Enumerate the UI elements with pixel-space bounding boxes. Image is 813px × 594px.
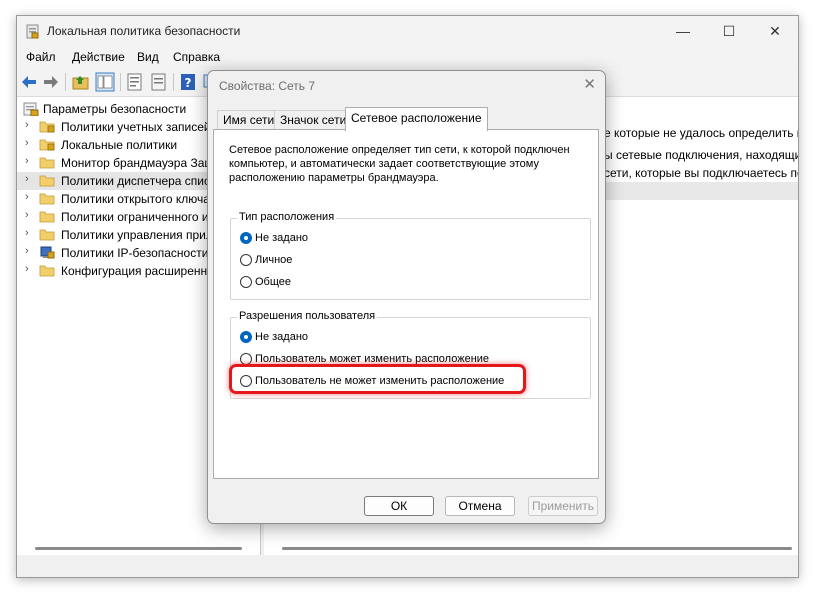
tab-network-name[interactable]: Имя сети	[217, 110, 281, 130]
red-highlight-frame	[229, 364, 526, 394]
location-type-title: Тип расположения	[237, 211, 337, 223]
details-selected-row[interactable]	[604, 182, 798, 200]
tree-item-label: Политики открытого ключа	[61, 192, 210, 206]
toolbar-separator	[173, 73, 174, 91]
properties-dialog: Свойства: Сеть 7 ✕ Имя сети Значок сети …	[207, 70, 606, 524]
chevron-right-icon[interactable]: ›	[25, 227, 29, 239]
show-hide-tree-icon[interactable]	[95, 72, 115, 92]
cancel-button[interactable]: Отмена	[445, 496, 515, 516]
window-title: Локальная политика безопасности	[47, 24, 241, 38]
details-scrollbar[interactable]	[282, 547, 792, 550]
chevron-right-icon[interactable]: ›	[25, 209, 29, 221]
toolbar-separator	[120, 73, 121, 91]
radio-button[interactable]	[240, 232, 252, 244]
folder-icon	[39, 211, 55, 223]
back-arrow-icon[interactable]	[19, 72, 39, 92]
tree-root-label: Параметры безопасности	[43, 102, 187, 116]
chevron-right-icon[interactable]: ›	[25, 191, 29, 203]
close-window-button[interactable]: ✕	[752, 16, 798, 47]
radio-button[interactable]	[240, 254, 252, 266]
up-folder-icon[interactable]	[71, 72, 91, 92]
folder-icon	[39, 193, 55, 205]
ok-button[interactable]: ОК	[364, 496, 434, 516]
tree-item-label: Локальные политики	[61, 138, 178, 152]
folder-icon	[39, 229, 55, 241]
details-text-line: ы сетевые подключения, находящихся в про…	[604, 148, 798, 162]
folder-icon	[39, 157, 55, 169]
security-policy-icon	[26, 24, 39, 39]
location-type-group: Тип расположения Не задано Личное Общее	[230, 211, 591, 300]
chevron-right-icon[interactable]: ›	[25, 137, 29, 149]
radio-label: Не задано	[255, 331, 309, 343]
minimize-button[interactable]: —	[660, 16, 706, 47]
svg-text:?: ?	[185, 76, 192, 90]
menu-file[interactable]: Файл	[26, 50, 56, 64]
details-text-line: сети, которые вы подключаетесь пользоват…	[604, 166, 798, 180]
menu-action[interactable]: Действие	[72, 50, 125, 64]
tab-network-icon[interactable]: Значок сети	[274, 110, 353, 130]
menu-view[interactable]: Вид	[137, 50, 159, 64]
chevron-right-icon[interactable]: ›	[25, 263, 29, 275]
chevron-right-icon[interactable]: ›	[25, 119, 29, 131]
description-text: Сетевое расположение определяет тип сети…	[229, 144, 570, 184]
radio-button[interactable]	[240, 331, 252, 343]
security-settings-icon	[23, 102, 39, 116]
folder-icon	[39, 265, 55, 277]
menu-help[interactable]: Справка	[173, 50, 220, 64]
chevron-right-icon[interactable]: ›	[25, 173, 29, 185]
help-icon[interactable]: ?	[178, 72, 198, 92]
details-text-line: е которые не удалось определить из-за ош…	[604, 126, 798, 140]
title-bar[interactable]: Локальная политика безопасности — ☐ ✕	[17, 16, 798, 47]
dialog-title: Свойства: Сеть 7	[219, 79, 316, 93]
dialog-close-icon[interactable]: ✕	[583, 75, 596, 93]
tree-item-label: Политики учетных записей	[61, 120, 211, 134]
tab-panel: Сетевое расположение определяет тип сети…	[213, 129, 599, 479]
network-policy-icon	[40, 246, 55, 259]
export-list-icon[interactable]	[149, 72, 169, 92]
folder-icon	[39, 175, 55, 187]
properties-icon[interactable]	[125, 72, 145, 92]
folder-lock-icon	[39, 121, 55, 133]
radio-label: Личное	[255, 254, 293, 266]
folder-lock-icon	[39, 139, 55, 151]
forward-arrow-icon[interactable]	[41, 72, 61, 92]
toolbar-separator	[65, 73, 66, 91]
tab-network-location[interactable]: Сетевое расположение	[345, 107, 488, 131]
apply-button[interactable]: Применить	[528, 496, 598, 516]
user-permissions-title: Разрешения пользователя	[237, 310, 378, 322]
maximize-button[interactable]: ☐	[706, 16, 752, 47]
chevron-right-icon[interactable]: ›	[25, 245, 29, 257]
chevron-right-icon[interactable]: ›	[25, 155, 29, 167]
status-bar	[17, 557, 798, 577]
radio-label: Не задано	[255, 232, 309, 244]
radio-button[interactable]	[240, 276, 252, 288]
radio-label: Общее	[255, 276, 292, 288]
menu-bar: Файл Действие Вид Справка	[17, 47, 798, 67]
tree-scrollbar[interactable]	[35, 547, 242, 550]
